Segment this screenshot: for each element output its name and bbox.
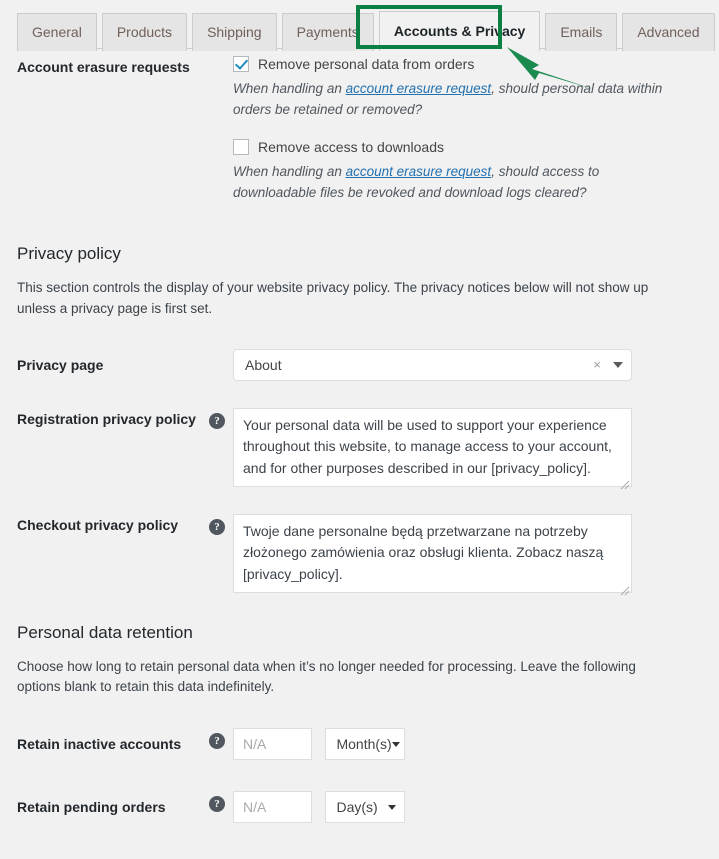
personal-data-retention-description: Choose how long to retain personal data … [17,658,636,695]
retain-pending-orders-row: Retain pending orders ? Day(s) [17,791,705,824]
remove-downloads-checkbox[interactable] [233,138,249,155]
retain-pending-orders-label: Retain pending orders [17,799,166,816]
registration-textarea-wrap [233,407,632,492]
privacy-policy-heading: Privacy policy [17,243,121,263]
tab-emails[interactable]: Emails [545,13,618,51]
account-erasure-request-link[interactable]: account erasure request [346,164,492,179]
help-tip-icon[interactable]: ? [209,518,225,535]
unit-value: Day(s) [336,799,378,816]
remove-personal-data-checkbox[interactable] [233,56,249,72]
registration-privacy-policy-field: ? [209,407,705,492]
remove-downloads-option[interactable]: Remove access to downloads [233,138,705,155]
checkout-textarea-wrap [233,513,632,598]
remove-personal-data-option[interactable]: Remove personal data from orders [233,56,705,72]
chevron-down-icon[interactable] [388,804,397,810]
privacy-page-label: Privacy page [17,356,104,373]
remove-downloads-description: When handling an account erasure request… [233,162,678,204]
desc-text-before: When handling an [233,163,346,179]
retain-inactive-accounts-unit-select[interactable]: Month(s) [325,728,406,761]
settings-tab-bar: General Products Shipping Payments Accou… [0,0,719,89]
privacy-page-field: About × [233,348,705,381]
registration-privacy-policy-textarea[interactable] [233,407,632,487]
remove-personal-data-label: Remove personal data from orders [258,56,475,72]
desc-text-before: When handling an [233,81,346,96]
checkout-privacy-policy-row: Checkout privacy policy ? [17,513,705,598]
tab-general[interactable]: General [17,13,97,51]
tab-list: General Products Shipping Payments Accou… [17,11,719,51]
retain-inactive-accounts-row: Retain inactive accounts ? Month(s) [17,728,705,761]
remove-downloads-label: Remove access to downloads [258,138,444,155]
tab-products[interactable]: Products [101,13,188,51]
privacy-page-row: Privacy page About × [17,348,705,381]
remove-personal-data-description: When handling an account erasure request… [233,79,678,121]
tab-payments[interactable]: Payments [281,13,374,51]
retain-inactive-accounts-input[interactable] [233,728,312,761]
registration-privacy-policy-row: Registration privacy policy ? [17,407,705,492]
retain-inactive-accounts-label: Retain inactive accounts [17,736,182,753]
tab-accounts-and-privacy[interactable]: Accounts & Privacy [378,11,541,51]
tab-shipping[interactable]: Shipping [192,13,277,51]
personal-data-retention-heading: Personal data retention [17,622,193,642]
checkout-privacy-policy-field: ? [209,513,705,598]
tab-advanced[interactable]: Advanced [622,13,715,51]
chevron-down-icon[interactable] [391,741,400,747]
privacy-policy-description: This section controls the display of you… [17,279,649,316]
clear-selection-icon[interactable]: × [593,357,601,372]
retain-pending-orders-field: ? Day(s) [209,791,705,824]
privacy-page-value: About [245,356,282,373]
chevron-down-icon[interactable] [613,361,623,368]
privacy-page-select[interactable]: About × [233,348,632,381]
retain-pending-orders-unit-select[interactable]: Day(s) [325,791,406,824]
unit-value: Month(s) [336,736,392,753]
checkout-privacy-policy-label: Checkout privacy policy [17,516,179,533]
account-erasure-row: Account erasure requests Remove personal… [17,56,705,222]
help-tip-icon[interactable]: ? [209,412,225,429]
retain-pending-orders-input[interactable] [233,791,312,824]
registration-privacy-policy-label: Registration privacy policy [17,410,196,427]
checkout-privacy-policy-textarea[interactable] [233,513,632,593]
account-erasure-label: Account erasure requests [17,59,190,75]
retain-inactive-accounts-field: ? Month(s) [209,728,705,761]
account-erasure-request-link[interactable]: account erasure request [346,81,492,96]
account-erasure-fields: Remove personal data from orders When ha… [233,56,705,222]
